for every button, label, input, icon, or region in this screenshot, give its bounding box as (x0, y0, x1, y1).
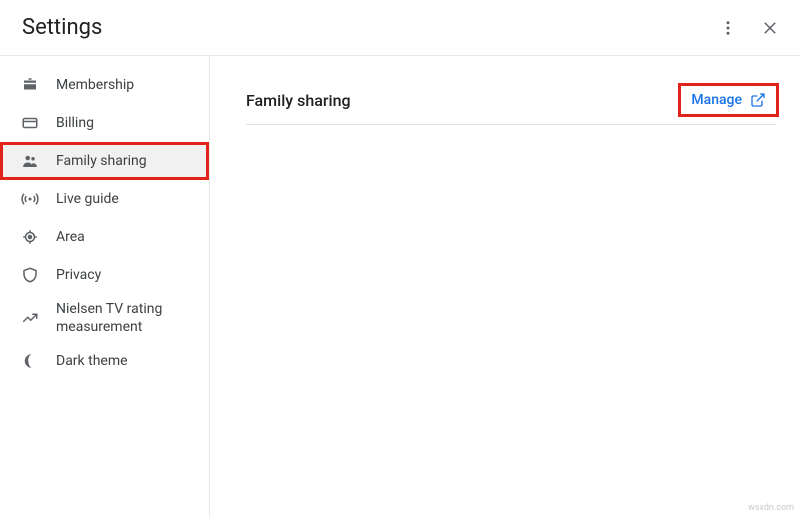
sidebar-item-membership[interactable]: Membership (0, 66, 209, 104)
sidebar-item-privacy[interactable]: Privacy (0, 256, 209, 294)
header-actions (716, 16, 782, 40)
sidebar-item-dark-theme[interactable]: Dark theme (0, 342, 209, 380)
trending-icon (20, 308, 40, 328)
people-icon (20, 151, 40, 171)
sidebar-item-label: Membership (56, 76, 134, 94)
sidebar-item-family-sharing[interactable]: Family sharing (0, 142, 209, 180)
broadcast-icon (20, 189, 40, 209)
close-icon (761, 19, 779, 37)
sidebar-item-billing[interactable]: Billing (0, 104, 209, 142)
open-in-new-icon (750, 92, 766, 108)
manage-link-label: Manage (691, 92, 742, 108)
watermark: wsxdn.com (748, 503, 794, 513)
sidebar-item-label: Nielsen TV rating measurement (56, 300, 199, 336)
sidebar: Membership Billing Family sharing Live g… (0, 56, 210, 517)
location-icon (20, 227, 40, 247)
header: Settings (0, 0, 800, 56)
main-content: Family sharing Manage (210, 56, 800, 517)
sidebar-item-nielsen[interactable]: Nielsen TV rating measurement (0, 294, 209, 342)
more-vert-icon (719, 19, 737, 37)
body: Membership Billing Family sharing Live g… (0, 56, 800, 517)
sidebar-item-label: Billing (56, 114, 94, 132)
sidebar-item-label: Area (56, 228, 85, 246)
manage-link[interactable]: Manage (681, 86, 776, 114)
more-options-button[interactable] (716, 16, 740, 40)
credit-card-icon (20, 113, 40, 133)
moon-icon (20, 351, 40, 371)
sidebar-item-label: Dark theme (56, 352, 128, 370)
shield-icon (20, 265, 40, 285)
sidebar-item-live-guide[interactable]: Live guide (0, 180, 209, 218)
page-title: Settings (22, 15, 102, 40)
sidebar-item-label: Family sharing (56, 152, 147, 170)
section-header: Family sharing Manage (246, 86, 776, 125)
sidebar-item-area[interactable]: Area (0, 218, 209, 256)
section-title: Family sharing (246, 91, 351, 110)
sidebar-item-label: Privacy (56, 266, 101, 284)
close-button[interactable] (758, 16, 782, 40)
membership-icon (20, 75, 40, 95)
sidebar-item-label: Live guide (56, 190, 119, 208)
